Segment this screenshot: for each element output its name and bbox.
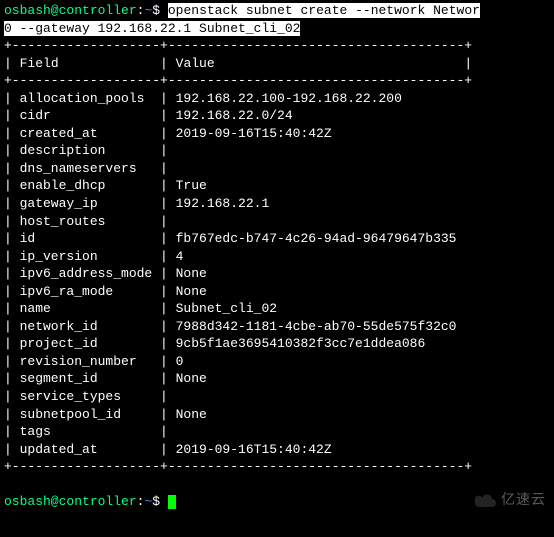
table-row: | host_routes | [4,213,550,231]
table-row: | dns_nameservers | [4,160,550,178]
terminal[interactable]: osbash@controller:~$ openstack subnet cr… [4,2,550,511]
table-row: | updated_at | 2019-09-16T15:40:42Z [4,441,550,459]
table-row: | ipv6_ra_mode | None [4,283,550,301]
table-row: | project_id | 9cb5f1ae3695410382f3cc7e1… [4,335,550,353]
cursor [168,495,176,509]
prompt-line-1: osbash@controller:~$ openstack subnet cr… [4,2,550,20]
table-row: | subnetpool_id | None [4,406,550,424]
table-row: | enable_dhcp | True [4,177,550,195]
table-row: | tags | [4,423,550,441]
command-line-1: openstack subnet create --network Networ [168,3,480,18]
table-border-mid: +-------------------+-------------------… [4,72,550,90]
prompt-user-host-2: osbash@controller [4,494,137,509]
table-row: | network_id | 7988d342-1181-4cbe-ab70-5… [4,318,550,336]
table-border-bottom: +-------------------+-------------------… [4,458,550,476]
table-row: | name | Subnet_cli_02 [4,300,550,318]
table-row: | description | [4,142,550,160]
table-row: | ip_version | 4 [4,248,550,266]
table-border-top: +-------------------+-------------------… [4,37,550,55]
command-continuation: 0 --gateway 192.168.22.1 Subnet_cli_02 [4,20,550,38]
blank-line [4,476,550,494]
table-row: | service_types | [4,388,550,406]
prompt-user-host: osbash@controller [4,3,137,18]
table-header-value: Value [176,56,215,71]
table-row: | allocation_pools | 192.168.22.100-192.… [4,90,550,108]
table-row: | id | fb767edc-b747-4c26-94ad-96479647b… [4,230,550,248]
table-row: | ipv6_address_mode | None [4,265,550,283]
prompt-symbol: $ [152,3,160,18]
prompt-line-2: osbash@controller:~$ [4,493,550,511]
table-header-row: | Field | Value | [4,55,550,73]
table-row: | cidr | 192.168.22.0/24 [4,107,550,125]
space-2 [160,494,168,509]
table-row: | gateway_ip | 192.168.22.1 [4,195,550,213]
table-row: | created_at | 2019-09-16T15:40:42Z [4,125,550,143]
prompt-symbol-2: $ [152,494,160,509]
table-row: | revision_number | 0 [4,353,550,371]
space [160,3,168,18]
table-row: | segment_id | None [4,370,550,388]
command-line-2: 0 --gateway 192.168.22.1 Subnet_cli_02 [4,21,300,36]
table-body: | allocation_pools | 192.168.22.100-192.… [4,90,550,458]
table-header-field: Field [20,56,59,71]
